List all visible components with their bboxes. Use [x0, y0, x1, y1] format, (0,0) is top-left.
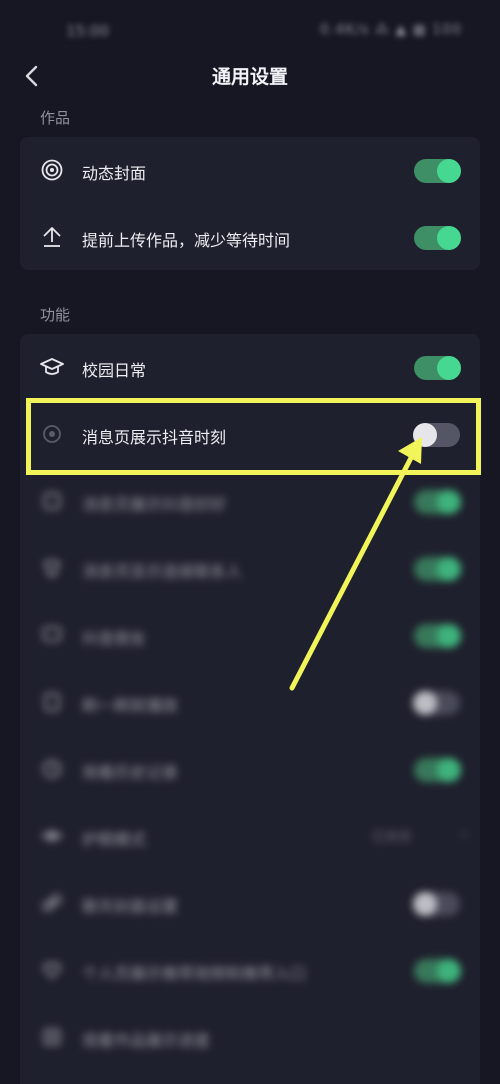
edit-icon — [40, 489, 64, 513]
row-label: 提前上传作品，减少等待时间 — [82, 231, 291, 250]
nav-bar: 通用设置 — [0, 56, 500, 96]
list-icon — [40, 1025, 64, 1049]
toggle-switch[interactable] — [414, 758, 461, 782]
toggle-knob — [437, 959, 461, 983]
row-label: 消息页展示抖音好好 — [82, 495, 227, 514]
row-label: 观看历史记录 — [82, 763, 179, 782]
status-icons: 0.4K/s ⁂ ▲ ▦ 100 — [320, 22, 462, 38]
row-dynamic-cover[interactable]: 动态封面 — [20, 137, 480, 204]
toggle-knob — [437, 624, 461, 648]
shirt-icon — [40, 556, 64, 580]
toggle-switch[interactable] — [413, 691, 460, 715]
row-blurred-2[interactable]: 消息页显示连接联系人 — [20, 535, 480, 602]
toggle-switch[interactable] — [414, 226, 461, 250]
toggle-switch[interactable] — [414, 959, 461, 983]
row-value: 已关闭 — [372, 830, 412, 845]
row-label: 护眼模式 — [82, 830, 147, 849]
upload-arrow-icon — [40, 225, 64, 249]
page-title: 通用设置 — [211, 66, 288, 88]
toggle-knob — [437, 557, 461, 581]
link-icon — [40, 891, 64, 915]
row-campus-daily[interactable]: 校园日常 — [20, 334, 480, 401]
row-label: 观看作品展示进度 — [82, 1031, 211, 1050]
row-blurred-3[interactable]: 抖音朋友 — [20, 602, 480, 669]
section-label-features: 功能 — [40, 306, 71, 324]
doc-icon — [40, 690, 64, 714]
toggle-knob — [437, 159, 461, 183]
status-time: 15:00 — [66, 22, 110, 40]
row-label: 消息页显示连接联系人 — [82, 562, 243, 581]
row-label: 动态封面 — [82, 164, 147, 183]
row-blurred-6[interactable]: 护眼模式 已关闭 › — [20, 803, 480, 870]
heart-icon — [40, 958, 64, 982]
toggle-knob — [413, 892, 437, 916]
row-blurred-4[interactable]: 刷一刷就播放 — [20, 669, 480, 736]
row-label: 抖音朋友 — [82, 629, 147, 648]
highlight-box — [26, 398, 481, 475]
section-label-works: 作品 — [40, 109, 71, 127]
chevron-right-icon: › — [461, 824, 468, 843]
row-label: 刷一刷就播放 — [82, 696, 179, 715]
status-bar: 15:00 0.4K/s ⁂ ▲ ▦ 100 — [0, 0, 500, 56]
row-label: 个人页展示推荐视频和推荐入口 — [82, 964, 307, 983]
toggle-switch[interactable] — [414, 557, 461, 581]
toggle-knob — [437, 356, 461, 380]
chat-icon — [40, 623, 64, 647]
row-blurred-8[interactable]: 个人页展示推荐视频和推荐入口 — [20, 937, 480, 1004]
toggle-knob — [413, 691, 437, 715]
concentric-circle-icon — [40, 158, 64, 182]
row-upload-early[interactable]: 提前上传作品，减少等待时间 — [20, 204, 480, 271]
toggle-knob — [437, 758, 461, 782]
clock-icon — [40, 757, 64, 781]
graduation-cap-icon — [40, 355, 64, 379]
toggle-switch[interactable] — [414, 159, 461, 183]
row-blurred-7[interactable]: 聊天封面设置 — [20, 870, 480, 937]
toggle-switch[interactable] — [414, 490, 461, 514]
row-label: 校园日常 — [82, 361, 147, 380]
eye-icon — [40, 824, 64, 848]
works-card: 动态封面 提前上传作品，减少等待时间 — [20, 137, 480, 270]
toggle-switch[interactable] — [414, 356, 461, 380]
row-blurred-1[interactable]: 消息页展示抖音好好 — [20, 468, 480, 535]
toggle-switch[interactable] — [413, 892, 460, 916]
settings-page: 15:00 0.4K/s ⁂ ▲ ▦ 100 通用设置 作品 动态封面 提前上传… — [0, 0, 500, 1084]
row-blurred-5[interactable]: 观看历史记录 — [20, 736, 480, 803]
toggle-switch[interactable] — [414, 624, 461, 648]
toggle-knob — [437, 226, 461, 250]
toggle-knob — [437, 490, 461, 514]
row-label: 聊天封面设置 — [82, 897, 179, 916]
row-blurred-9[interactable]: 观看作品展示进度 — [20, 1004, 480, 1071]
